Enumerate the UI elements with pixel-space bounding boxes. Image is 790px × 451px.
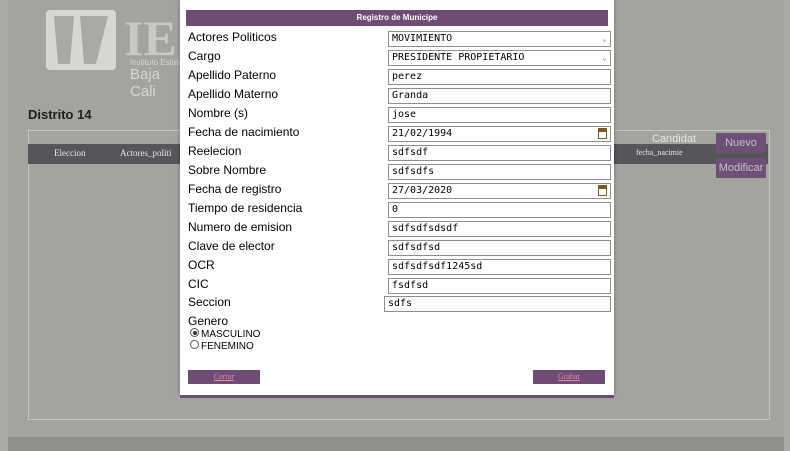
label-nombre: Nombre (s) bbox=[188, 106, 249, 120]
numero-emision-input[interactable]: sdfsdfsdsdf bbox=[388, 221, 611, 237]
iee-logo: IE Instituto Estatal Baja Cali bbox=[46, 10, 186, 100]
calendar-icon[interactable] bbox=[598, 185, 607, 196]
column-header-fecha: fecha_nacimie bbox=[636, 148, 683, 157]
label-reelecion: Reelecion bbox=[188, 144, 242, 158]
apellido-materno-input[interactable]: Granda bbox=[388, 88, 611, 104]
actores-politicos-value: MOVIMIENTO bbox=[392, 33, 453, 44]
column-header-candidato: Candidat bbox=[652, 133, 697, 145]
ocr-input[interactable]: sdfsdfsdf1245sd bbox=[388, 259, 611, 275]
label-cargo: Cargo bbox=[188, 49, 221, 63]
tiempo-residencia-input[interactable]: 0 bbox=[388, 202, 611, 218]
label-seccion: Seccion bbox=[188, 295, 231, 309]
label-cic: CIC bbox=[188, 277, 209, 291]
modal-title: Registro de Municipe bbox=[186, 10, 608, 26]
cargo-value: PRESIDENTE PROPIETARIO bbox=[392, 52, 525, 63]
nuevo-button[interactable]: Nuevo bbox=[716, 133, 766, 153]
radio-unchecked-icon[interactable] bbox=[190, 340, 199, 349]
cargo-select[interactable]: PRESIDENTE PROPIETARIO ⌄ bbox=[388, 50, 611, 66]
clave-elector-input[interactable]: sdfsdfsd bbox=[388, 240, 611, 256]
sobre-nombre-input[interactable]: sdfsdfs bbox=[388, 164, 611, 180]
label-apellido-paterno: Apellido Paterno bbox=[188, 68, 277, 82]
distrito-title: Distrito 14 bbox=[28, 107, 92, 122]
registro-modal: Registro de Municipe Actores Politicos M… bbox=[180, 0, 614, 395]
chevron-down-icon: ⌄ bbox=[602, 53, 607, 62]
radio-masculino-label: MASCULINO bbox=[201, 329, 261, 340]
radio-fenemino-label: FENEMINO bbox=[201, 341, 254, 352]
fecha-registro-input[interactable]: 27/03/2020 bbox=[388, 183, 611, 199]
logo-emblem-icon bbox=[46, 10, 116, 70]
label-clave-elector: Clave de elector bbox=[188, 239, 275, 253]
label-fecha-nacimiento: Fecha de nacimiento bbox=[188, 125, 300, 139]
label-genero: Genero bbox=[188, 314, 229, 328]
seccion-input[interactable]: sdfs bbox=[384, 296, 611, 312]
cerrar-button[interactable]: Cerrar bbox=[188, 370, 260, 384]
radio-fenemino[interactable]: FENEMINO bbox=[190, 340, 254, 352]
label-sobre-nombre: Sobre Nombre bbox=[188, 163, 267, 177]
label-tiempo-residencia: Tiempo de residencia bbox=[188, 201, 303, 215]
label-numero-emision: Numero de emision bbox=[188, 220, 293, 234]
actores-politicos-select[interactable]: MOVIMIENTO ⌄ bbox=[388, 31, 611, 47]
modal-bottom-border bbox=[180, 395, 614, 398]
fecha-nacimiento-value: 21/02/1994 bbox=[392, 128, 453, 139]
cic-input[interactable]: fsdfsd bbox=[388, 278, 611, 294]
radio-masculino[interactable]: MASCULINO bbox=[190, 328, 260, 340]
label-actores-politicos: Actores Politicos bbox=[188, 30, 277, 44]
grabar-button[interactable]: Grabar bbox=[533, 370, 605, 384]
label-ocr: OCR bbox=[188, 258, 215, 272]
nombre-input[interactable]: jose bbox=[388, 107, 611, 123]
modificar-button[interactable]: Modificar bbox=[716, 158, 766, 178]
column-header-actores: Actores_politi bbox=[120, 148, 172, 158]
label-fecha-registro: Fecha de registro bbox=[188, 182, 282, 196]
chevron-down-icon: ⌄ bbox=[602, 34, 607, 43]
page-footer-bar bbox=[8, 437, 784, 451]
fecha-registro-value: 27/03/2020 bbox=[392, 185, 453, 196]
calendar-icon[interactable] bbox=[598, 128, 607, 139]
column-header-eleccion: Eleccion bbox=[54, 148, 86, 158]
label-apellido-materno: Apellido Materno bbox=[188, 87, 279, 101]
logo-subtitle-line2: Baja Cali bbox=[130, 66, 161, 100]
fecha-nacimiento-input[interactable]: 21/02/1994 bbox=[388, 126, 611, 142]
radio-checked-icon[interactable] bbox=[190, 328, 199, 337]
reelecion-input[interactable]: sdfsdf bbox=[388, 145, 611, 161]
apellido-paterno-input[interactable]: perez bbox=[388, 69, 611, 85]
